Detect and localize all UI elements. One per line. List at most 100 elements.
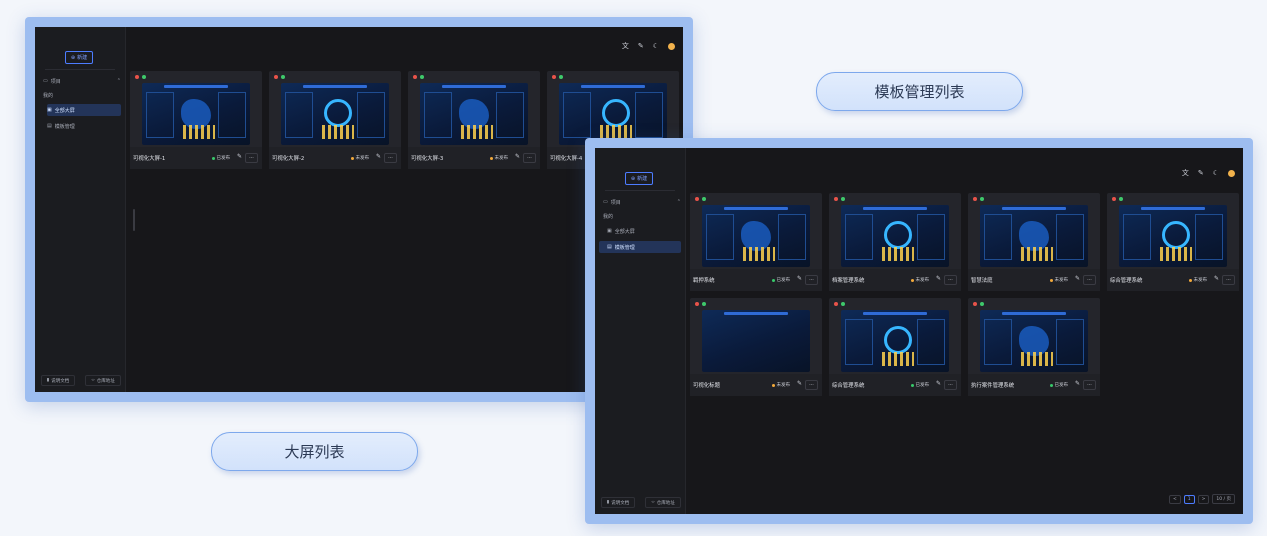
new-button[interactable]: ⊕ 新建 bbox=[65, 51, 93, 64]
edit-icon[interactable]: ✎ bbox=[376, 153, 381, 160]
repo-button[interactable]: ‹› 仓库地址 bbox=[85, 375, 121, 386]
card-thumbnail[interactable] bbox=[1119, 205, 1227, 267]
sidebar-item-templates[interactable]: ▤ 模板管理 bbox=[599, 241, 681, 253]
thumb-header bbox=[862, 312, 928, 315]
translate-icon[interactable]: 文 bbox=[622, 41, 629, 51]
project-card[interactable]: 档案管理系统 未发布 ✎ ··· bbox=[829, 193, 961, 291]
edit-icon[interactable]: ✎ bbox=[237, 153, 242, 160]
thumb-header bbox=[163, 85, 229, 88]
edit-icon[interactable]: ✎ bbox=[936, 275, 941, 282]
edit-icon[interactable]: ✎ bbox=[797, 380, 802, 387]
project-card[interactable]: 羁押系统 已发布 ✎ ··· bbox=[690, 193, 822, 291]
translate-icon[interactable]: 文 bbox=[1182, 168, 1189, 178]
project-card[interactable]: 可视化标题 未发布 ✎ ··· bbox=[690, 298, 822, 396]
status-dot bbox=[1049, 383, 1053, 387]
thumb-header bbox=[1140, 207, 1206, 210]
more-button[interactable]: ··· bbox=[523, 153, 536, 163]
project-card[interactable]: 可视化大屏-1 已发布 ✎ ··· bbox=[130, 71, 262, 169]
project-card[interactable]: 综合管理系统 已发布 ✎ ··· bbox=[829, 298, 961, 396]
chevron-up-icon: ⌃ bbox=[676, 199, 681, 205]
avatar[interactable] bbox=[1228, 169, 1235, 177]
page-size-select[interactable]: 10 / 页 bbox=[1212, 494, 1235, 504]
card-footer: 综合管理系统 已发布 ✎ ··· bbox=[829, 374, 961, 396]
card-title: 智慧法庭 bbox=[971, 278, 993, 284]
thumb-header bbox=[441, 85, 507, 88]
card-thumbnail[interactable] bbox=[702, 205, 810, 267]
more-button[interactable]: ··· bbox=[245, 153, 258, 163]
sidebar-item-all-screens[interactable]: ▣ 全部大屏 bbox=[607, 225, 681, 237]
window-dots bbox=[834, 302, 845, 306]
more-button[interactable]: ··· bbox=[944, 380, 957, 390]
thumb-panel-left bbox=[285, 92, 313, 138]
avatar[interactable] bbox=[668, 42, 675, 50]
sidebar: ⊕ 新建 ▭ 项目 ⌃ 我的 ▣ 全部大屏 ▤ 模板管理 ▮ 说明文档 ‹› 仓库地址 bbox=[595, 148, 686, 514]
project-card[interactable]: 执行案件管理系统 已发布 ✎ ··· bbox=[968, 298, 1100, 396]
card-thumbnail[interactable] bbox=[559, 83, 667, 145]
edit-icon[interactable]: ✎ bbox=[797, 275, 802, 282]
card-footer: 羁押系统 已发布 ✎ ··· bbox=[690, 269, 822, 291]
card-thumbnail[interactable] bbox=[980, 310, 1088, 372]
thumb-panel-right bbox=[1056, 214, 1084, 260]
folder-icon: ▭ bbox=[603, 199, 608, 205]
window-dots bbox=[1112, 197, 1123, 201]
card-thumbnail[interactable] bbox=[420, 83, 528, 145]
edit-icon[interactable]: ✎ bbox=[1214, 275, 1219, 282]
pagination: < 1 > 10 / 页 bbox=[1168, 494, 1235, 504]
more-button[interactable]: ··· bbox=[1083, 380, 1096, 390]
project-card[interactable]: 可视化大屏-3 未发布 ✎ ··· bbox=[408, 71, 540, 169]
thumb-header bbox=[1001, 207, 1067, 210]
project-card[interactable]: 智慧法庭 未发布 ✎ ··· bbox=[968, 193, 1100, 291]
card-thumbnail[interactable] bbox=[281, 83, 389, 145]
green-dot bbox=[980, 302, 984, 306]
sidebar-project-group[interactable]: ▭ 项目 ⌃ bbox=[43, 75, 121, 87]
screen-list-caption: 大屏列表 bbox=[211, 432, 418, 471]
green-dot bbox=[980, 197, 984, 201]
scroll-handle[interactable] bbox=[133, 209, 135, 231]
next-page-button[interactable]: > bbox=[1197, 494, 1210, 504]
thumb-header bbox=[723, 207, 789, 210]
card-thumbnail[interactable] bbox=[841, 310, 949, 372]
more-button[interactable]: ··· bbox=[1222, 275, 1235, 285]
edit-icon[interactable]: ✎ bbox=[1075, 275, 1080, 282]
docs-button[interactable]: ▮ 说明文档 bbox=[41, 375, 75, 386]
thumb-bars bbox=[882, 247, 915, 261]
card-thumbnail[interactable] bbox=[702, 310, 810, 372]
card-thumbnail[interactable] bbox=[841, 205, 949, 267]
edit-icon[interactable]: ✎ bbox=[515, 153, 520, 160]
wrench-icon[interactable]: ✎ bbox=[1198, 169, 1204, 177]
page-1-button[interactable]: 1 bbox=[1183, 494, 1195, 504]
project-card[interactable]: 综合管理系统 未发布 ✎ ··· bbox=[1107, 193, 1239, 291]
more-button[interactable]: ··· bbox=[805, 275, 818, 285]
card-thumbnail[interactable] bbox=[142, 83, 250, 145]
green-dot bbox=[841, 302, 845, 306]
docs-button[interactable]: ▮ 说明文档 bbox=[601, 497, 635, 508]
card-title: 可视化大屏-1 bbox=[133, 156, 166, 162]
prev-page-button[interactable]: < bbox=[1168, 494, 1181, 504]
sidebar-project-group[interactable]: ▭ 项目 ⌃ bbox=[603, 196, 681, 208]
sidebar: ⊕ 新建 ▭ 项目 ⌃ 我的 ▣ 全部大屏 ▤ 模板管理 ▮ 说明文档 ‹› 仓库地址 bbox=[35, 27, 126, 392]
thumb-panel-right bbox=[778, 214, 806, 260]
new-button[interactable]: ⊕ 新建 bbox=[625, 172, 653, 185]
project-card[interactable]: 可视化大屏-2 未发布 ✎ ··· bbox=[269, 71, 401, 169]
more-button[interactable]: ··· bbox=[944, 275, 957, 285]
card-thumbnail[interactable] bbox=[980, 205, 1088, 267]
sidebar-item-all-screens[interactable]: ▣ 全部大屏 bbox=[47, 104, 121, 116]
green-dot bbox=[841, 197, 845, 201]
status-dot bbox=[350, 156, 354, 160]
red-dot bbox=[274, 75, 278, 79]
green-dot bbox=[702, 197, 706, 201]
thumb-panel-left bbox=[845, 214, 873, 260]
edit-icon[interactable]: ✎ bbox=[1075, 380, 1080, 387]
more-button[interactable]: ··· bbox=[384, 153, 397, 163]
moon-icon[interactable]: ☾ bbox=[653, 42, 659, 50]
more-button[interactable]: ··· bbox=[805, 380, 818, 390]
repo-button[interactable]: ‹› 仓库地址 bbox=[645, 497, 681, 508]
edit-icon[interactable]: ✎ bbox=[936, 380, 941, 387]
thumb-panel-left bbox=[984, 214, 1012, 260]
divider bbox=[605, 190, 675, 191]
more-button[interactable]: ··· bbox=[1083, 275, 1096, 285]
moon-icon[interactable]: ☾ bbox=[1213, 169, 1219, 177]
status-dot bbox=[910, 278, 914, 282]
wrench-icon[interactable]: ✎ bbox=[638, 42, 644, 50]
sidebar-item-templates[interactable]: ▤ 模板管理 bbox=[47, 120, 121, 132]
